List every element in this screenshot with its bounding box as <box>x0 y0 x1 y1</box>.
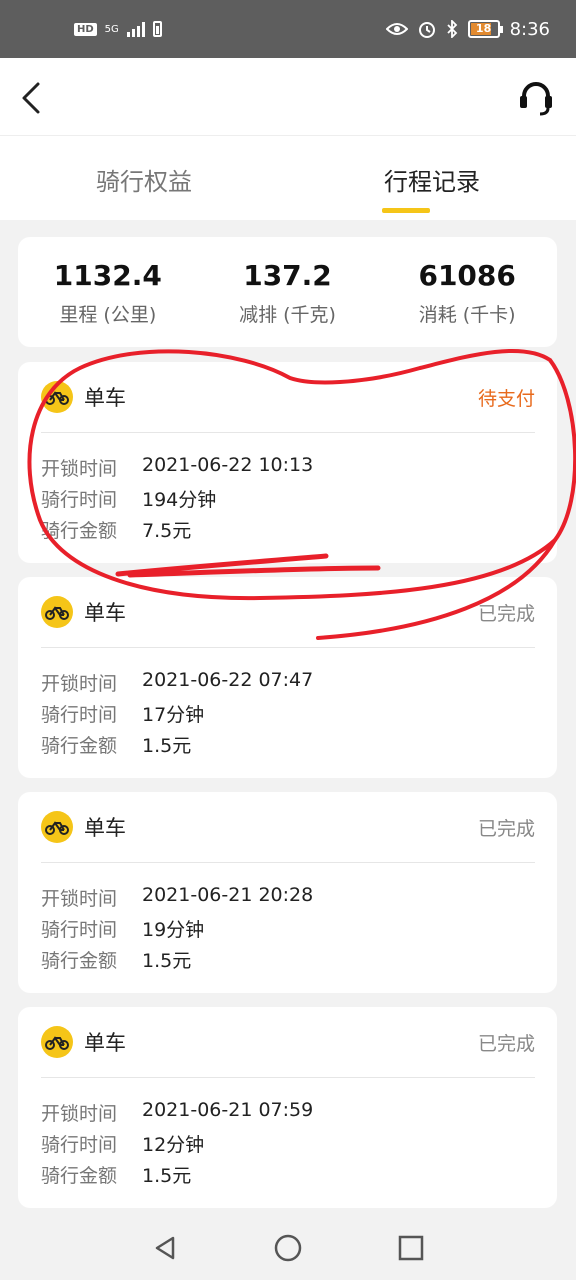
battery-level: 18 <box>475 22 492 35</box>
battery-icon: 18 <box>467 20 503 38</box>
trip-status: 已完成 <box>477 818 535 840</box>
stat-label: 消耗 (千卡) <box>418 304 516 326</box>
unlock-time-row: 开锁时间 2021-06-22 07:47 <box>41 669 313 696</box>
field-label: 开锁时间 <box>41 458 118 480</box>
field-label: 骑行金额 <box>41 735 118 757</box>
field-label: 骑行时间 <box>41 919 118 941</box>
trip-card[interactable]: 单车 待支付 开锁时间 2021-06-22 10:13 骑行时间 194分钟 … <box>18 362 557 563</box>
unlock-time-row: 开锁时间 2021-06-22 10:13 <box>41 454 313 481</box>
customer-service-button[interactable] <box>518 78 554 118</box>
bike-icon <box>41 596 73 628</box>
system-nav-bar <box>0 1216 576 1280</box>
alarm-icon <box>418 22 435 38</box>
stat-distance: 1132.4 里程 (公里) <box>18 237 198 347</box>
trip-card-header: 单车 已完成 <box>18 577 557 647</box>
duration-row: 骑行时间 194分钟 <box>41 485 216 512</box>
ride-amount: 1.5元 <box>142 950 192 972</box>
duration-row: 骑行时间 19分钟 <box>41 915 204 942</box>
ride-duration: 17分钟 <box>142 704 205 726</box>
vehicle-type: 单车 <box>84 816 126 840</box>
tab-riding-benefits[interactable]: 骑行权益 <box>0 136 288 220</box>
ride-amount: 7.5元 <box>142 520 192 542</box>
ride-amount: 1.5元 <box>142 1165 192 1187</box>
unlock-time: 2021-06-22 07:47 <box>142 669 314 691</box>
amount-row: 骑行金额 1.5元 <box>41 731 191 758</box>
ride-duration: 12分钟 <box>142 1134 205 1156</box>
trip-card-header: 单车 已完成 <box>18 792 557 862</box>
amount-row: 骑行金额 1.5元 <box>41 1161 191 1188</box>
divider <box>41 1077 535 1078</box>
unlock-time: 2021-06-21 20:28 <box>142 884 314 906</box>
nav-recents-icon[interactable] <box>397 1234 425 1262</box>
network-label: 5G <box>104 23 119 35</box>
field-label: 骑行金额 <box>41 1165 118 1187</box>
field-label: 骑行金额 <box>41 950 118 972</box>
field-label: 开锁时间 <box>41 1103 118 1125</box>
stat-emission: 137.2 减排 (千克) <box>198 237 378 347</box>
bike-icon <box>41 381 73 413</box>
bike-icon <box>41 811 73 843</box>
ride-duration: 19分钟 <box>142 919 205 941</box>
bike-icon <box>41 1026 73 1058</box>
back-button[interactable] <box>16 78 52 118</box>
stat-value: 137.2 <box>243 259 332 292</box>
signal-icon <box>126 21 145 37</box>
field-label: 骑行金额 <box>41 520 118 542</box>
field-label: 开锁时间 <box>41 888 118 910</box>
trip-status: 待支付 <box>477 388 535 410</box>
back-icon <box>22 82 40 114</box>
stat-value: 1132.4 <box>53 259 162 292</box>
field-label: 骑行时间 <box>41 704 118 726</box>
field-label: 开锁时间 <box>41 673 118 695</box>
trip-status: 已完成 <box>477 1033 535 1055</box>
bluetooth-icon <box>446 20 457 38</box>
field-label: 骑行时间 <box>41 1134 118 1156</box>
vehicle-type: 单车 <box>84 1031 126 1055</box>
trip-card[interactable]: 单车 已完成 开锁时间 2021-06-21 07:59 骑行时间 12分钟 骑… <box>18 1007 557 1208</box>
nav-home-icon[interactable] <box>273 1233 303 1263</box>
status-bar: HD 5G 18 8:36 <box>0 0 576 58</box>
status-right: 18 8:36 <box>385 18 550 40</box>
trip-card[interactable]: 单车 已完成 开锁时间 2021-06-21 20:28 骑行时间 19分钟 骑… <box>18 792 557 993</box>
trip-card[interactable]: 单车 已完成 开锁时间 2021-06-22 07:47 骑行时间 17分钟 骑… <box>18 577 557 778</box>
field-label: 骑行时间 <box>41 489 118 511</box>
trip-status: 已完成 <box>477 603 535 625</box>
active-tab-indicator <box>382 208 430 213</box>
tab-bar: 骑行权益 行程记录 <box>0 136 576 220</box>
ride-duration: 194分钟 <box>142 489 217 511</box>
stat-label: 减排 (千克) <box>239 304 336 326</box>
eye-icon <box>385 23 408 35</box>
trip-card-header: 单车 已完成 <box>18 1007 557 1077</box>
trip-card-header: 单车 待支付 <box>18 362 557 432</box>
clock: 8:36 <box>509 18 550 40</box>
stats-card: 1132.4 里程 (公里) 137.2 减排 (千克) 61086 消耗 (千… <box>18 237 557 347</box>
divider <box>41 862 535 863</box>
unlock-time: 2021-06-22 10:13 <box>142 454 314 476</box>
nav-back-icon[interactable] <box>151 1234 179 1262</box>
vehicle-type: 单车 <box>84 601 126 625</box>
divider <box>41 432 535 433</box>
stat-calories: 61086 消耗 (千卡) <box>377 237 557 347</box>
amount-row: 骑行金额 7.5元 <box>41 516 191 543</box>
hd-badge: HD <box>74 22 97 36</box>
sim-battery-icon <box>152 21 162 37</box>
duration-row: 骑行时间 12分钟 <box>41 1130 204 1157</box>
tab-trip-records[interactable]: 行程记录 <box>288 136 576 220</box>
divider <box>41 647 535 648</box>
amount-row: 骑行金额 1.5元 <box>41 946 191 973</box>
stat-value: 61086 <box>418 259 516 292</box>
vehicle-type: 单车 <box>84 386 126 410</box>
app-header <box>0 58 576 136</box>
unlock-time-row: 开锁时间 2021-06-21 07:59 <box>41 1099 313 1126</box>
stat-label: 里程 (公里) <box>59 304 157 326</box>
ride-amount: 1.5元 <box>142 735 192 757</box>
customer-service-icon <box>520 82 552 116</box>
unlock-time: 2021-06-21 07:59 <box>142 1099 314 1121</box>
status-left: HD 5G <box>74 21 162 37</box>
unlock-time-row: 开锁时间 2021-06-21 20:28 <box>41 884 313 911</box>
duration-row: 骑行时间 17分钟 <box>41 700 204 727</box>
